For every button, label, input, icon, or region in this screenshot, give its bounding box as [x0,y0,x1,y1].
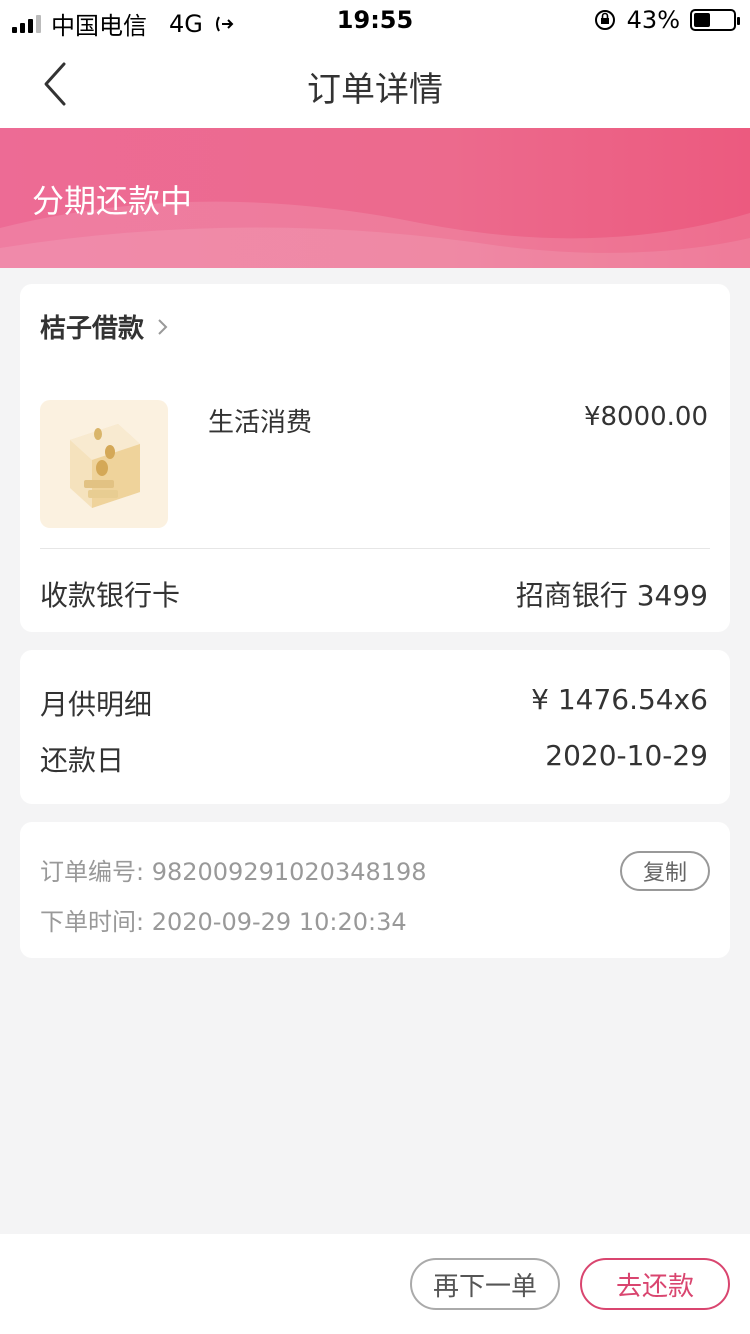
lender-link[interactable]: 桔子借款 [40,308,170,345]
divider [40,548,710,549]
battery-percent: 43% [626,6,680,34]
order-time: 下单时间: 2020-09-29 10:20:34 [40,908,407,936]
status-bar: 中国电信 4G 19:55 43% [0,0,750,40]
bottom-action-bar: 再下一单 去还款 [0,1234,750,1334]
due-date-value: 2020-10-29 [545,739,708,772]
order-card: 桔子借款 生活消费 ¥8000.00 收款银行卡 招商银行 3499 [20,284,730,632]
status-banner: 分期还款中 [0,128,750,268]
monthly-payment-label: 月供明细 [40,688,153,721]
product-thumbnail [40,400,168,528]
rotation-lock-icon [594,10,615,30]
reorder-button[interactable]: 再下一单 [410,1258,560,1310]
bank-card-row: 收款银行卡 招商银行 3499 [40,574,708,614]
lender-name: 桔子借款 [40,314,145,344]
chevron-right-icon [158,318,168,335]
nav-bar: 订单详情 [0,40,750,128]
due-date-row: 还款日 2020-10-29 [40,739,708,779]
repay-button[interactable]: 去还款 [580,1258,730,1310]
bank-card-value: 招商银行 3499 [515,579,708,612]
order-number: 订单编号: 982009291020348198 [40,858,427,886]
page-title: 订单详情 [307,70,443,110]
copy-button[interactable]: 复制 [620,851,710,891]
order-status-title: 分期还款中 [32,182,193,220]
repayment-card: 月供明细 ¥ 1476.54x6 还款日 2020-10-29 [20,650,730,804]
due-date-label: 还款日 [40,744,125,777]
loan-amount: ¥8000.00 [583,402,708,432]
monthly-payment-row: 月供明细 ¥ 1476.54x6 [40,683,708,723]
status-right: 43% [593,6,740,34]
order-info-card: 订单编号: 982009291020348198 下单时间: 2020-09-2… [20,822,730,958]
battery-icon [690,9,740,31]
bank-card-label: 收款银行卡 [40,579,181,612]
coin-box-icon [70,424,140,508]
monthly-payment-value: ¥ 1476.54x6 [531,683,708,716]
product-name: 生活消费 [208,408,313,438]
battery-fill [694,13,711,27]
